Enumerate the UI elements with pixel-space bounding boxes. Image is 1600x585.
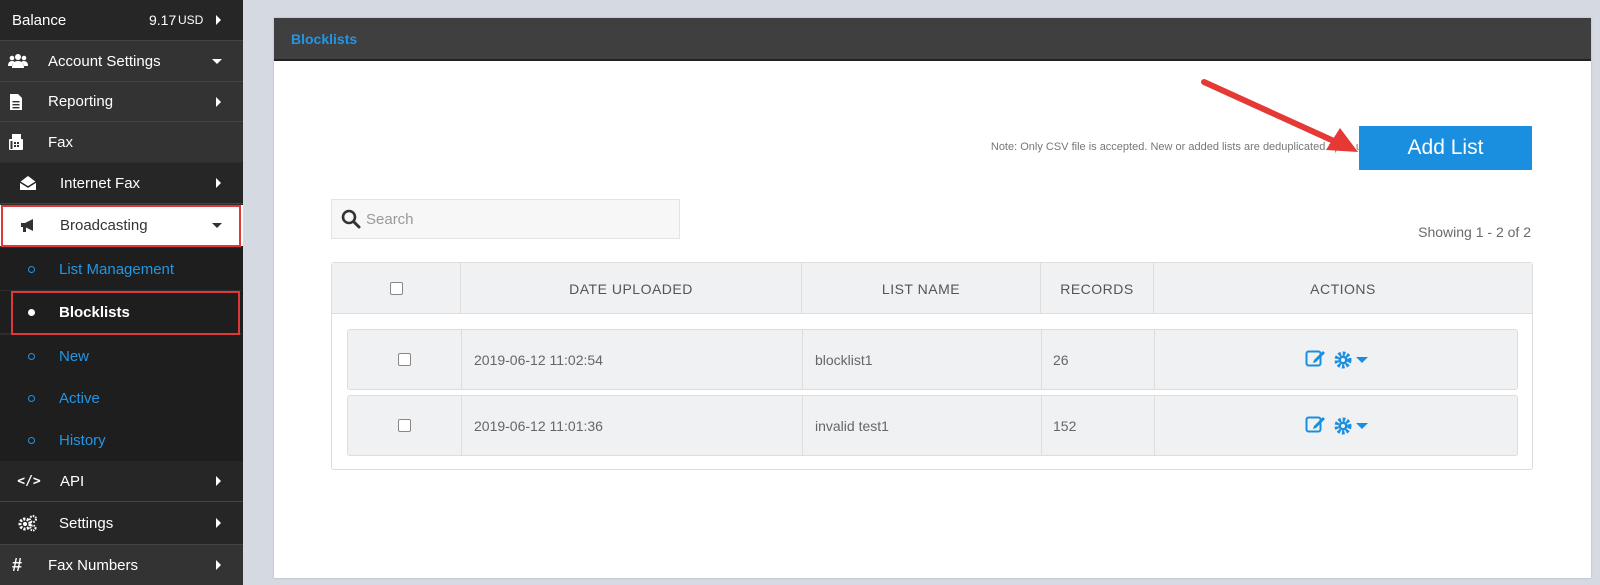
search-box[interactable] xyxy=(331,199,680,239)
code-icon: </> xyxy=(17,473,41,489)
envelope-open-icon xyxy=(18,175,38,191)
sidebar-item-label: Active xyxy=(59,389,100,407)
sidebar-item-label: Reporting xyxy=(48,93,114,110)
chevron-right-icon xyxy=(216,476,221,486)
sidebar-item-label: List Management xyxy=(59,260,175,278)
gear-dropdown-icon[interactable] xyxy=(1333,416,1368,436)
gear-dropdown-icon[interactable] xyxy=(1333,350,1368,370)
table-row: 2019-06-12 11:02:54 blocklist1 26 xyxy=(347,329,1518,390)
annotation-arrow-icon xyxy=(1201,79,1358,152)
records-cell: 152 xyxy=(1042,396,1155,455)
sidebar-item-account-settings[interactable]: Account Settings xyxy=(0,41,243,82)
date-uploaded-cell: 2019-06-12 11:02:54 xyxy=(462,330,803,389)
chevron-right-icon xyxy=(216,518,221,528)
add-list-button[interactable]: Add List xyxy=(1359,126,1532,170)
records-cell: 26 xyxy=(1042,330,1155,389)
sidebar-item-internet-fax[interactable]: Internet Fax xyxy=(0,163,243,204)
highlight-box xyxy=(1,205,241,247)
circle-outline-icon xyxy=(28,352,35,360)
actions-cell xyxy=(1155,330,1517,389)
sidebar-item-fax[interactable]: Fax xyxy=(0,122,243,162)
search-icon xyxy=(341,209,361,234)
sidebar-item-label: Fax xyxy=(48,133,74,151)
balance-currency: USD xyxy=(178,13,204,27)
highlight-box xyxy=(11,291,240,335)
edit-icon[interactable] xyxy=(1305,414,1327,437)
sidebar: Balance 9.17 USD Account Settings Report… xyxy=(0,0,243,585)
header-actions: ACTIONS xyxy=(1310,280,1376,297)
select-all-checkbox[interactable] xyxy=(389,282,403,295)
gears-icon xyxy=(18,514,38,532)
chevron-down-icon xyxy=(212,58,222,64)
balance-row[interactable]: Balance 9.17 USD xyxy=(0,0,243,41)
header-checkbox-cell xyxy=(332,263,461,314)
circle-outline-icon xyxy=(28,394,35,402)
panel-header: Blocklists xyxy=(274,18,1591,61)
sidebar-item-reporting[interactable]: Reporting xyxy=(0,82,243,122)
sidebar-item-active[interactable]: Active xyxy=(0,377,243,419)
blocklists-table: DATE UPLOADED LIST NAME RECORDS ACTIONS … xyxy=(331,262,1533,470)
actions-cell xyxy=(1155,396,1517,455)
header-records[interactable]: RECORDS xyxy=(1041,263,1154,314)
balance-value: 9.17 xyxy=(149,12,177,28)
sidebar-item-label: History xyxy=(59,431,106,449)
sidebar-item-label: API xyxy=(60,472,85,490)
chevron-right-icon xyxy=(216,178,221,188)
table-row: 2019-06-12 11:01:36 invalid test1 152 xyxy=(347,395,1518,456)
chevron-right-icon xyxy=(216,560,221,570)
date-uploaded-cell: 2019-06-12 11:01:36 xyxy=(462,396,803,455)
row-checkbox-cell xyxy=(348,396,462,455)
fax-icon xyxy=(6,133,26,151)
page-title: Blocklists xyxy=(291,31,358,47)
header-date-uploaded[interactable]: DATE UPLOADED xyxy=(461,263,802,314)
pagination-summary: Showing 1 - 2 of 2 xyxy=(1418,224,1531,240)
list-name-cell: blocklist1 xyxy=(803,330,1042,389)
users-icon xyxy=(8,53,28,69)
search-input[interactable] xyxy=(366,208,666,230)
table-header: DATE UPLOADED LIST NAME RECORDS ACTIONS xyxy=(332,263,1532,314)
header-list-name[interactable]: LIST NAME xyxy=(802,263,1041,314)
sidebar-item-label: New xyxy=(59,347,90,365)
sidebar-item-history[interactable]: History xyxy=(0,419,243,461)
sidebar-item-settings[interactable]: Settings xyxy=(0,502,243,544)
row-checkbox-cell xyxy=(348,330,462,389)
sidebar-item-label: Internet Fax xyxy=(60,174,141,192)
balance-label: Balance xyxy=(12,11,67,29)
sidebar-item-fax-numbers[interactable]: # Fax Numbers xyxy=(0,544,243,585)
sidebar-item-api[interactable]: </> API xyxy=(0,461,243,502)
sidebar-item-label: Settings xyxy=(59,514,114,532)
circle-outline-icon xyxy=(28,436,35,444)
sidebar-item-label: Fax Numbers xyxy=(48,556,139,574)
row-checkbox[interactable] xyxy=(398,353,411,366)
row-checkbox[interactable] xyxy=(398,419,411,432)
hashtag-icon: # xyxy=(11,554,22,575)
circle-outline-icon xyxy=(28,265,35,273)
file-icon xyxy=(6,93,26,111)
list-name-cell: invalid test1 xyxy=(803,396,1042,455)
chevron-right-icon xyxy=(216,15,221,25)
chevron-right-icon xyxy=(216,96,221,107)
sidebar-item-new[interactable]: New xyxy=(0,335,243,377)
main-panel: Blocklists Note: Only CSV file is accept… xyxy=(274,18,1591,578)
sidebar-item-list-management[interactable]: List Management xyxy=(0,248,243,290)
edit-icon[interactable] xyxy=(1305,348,1327,371)
sidebar-item-label: Account Settings xyxy=(48,52,161,70)
